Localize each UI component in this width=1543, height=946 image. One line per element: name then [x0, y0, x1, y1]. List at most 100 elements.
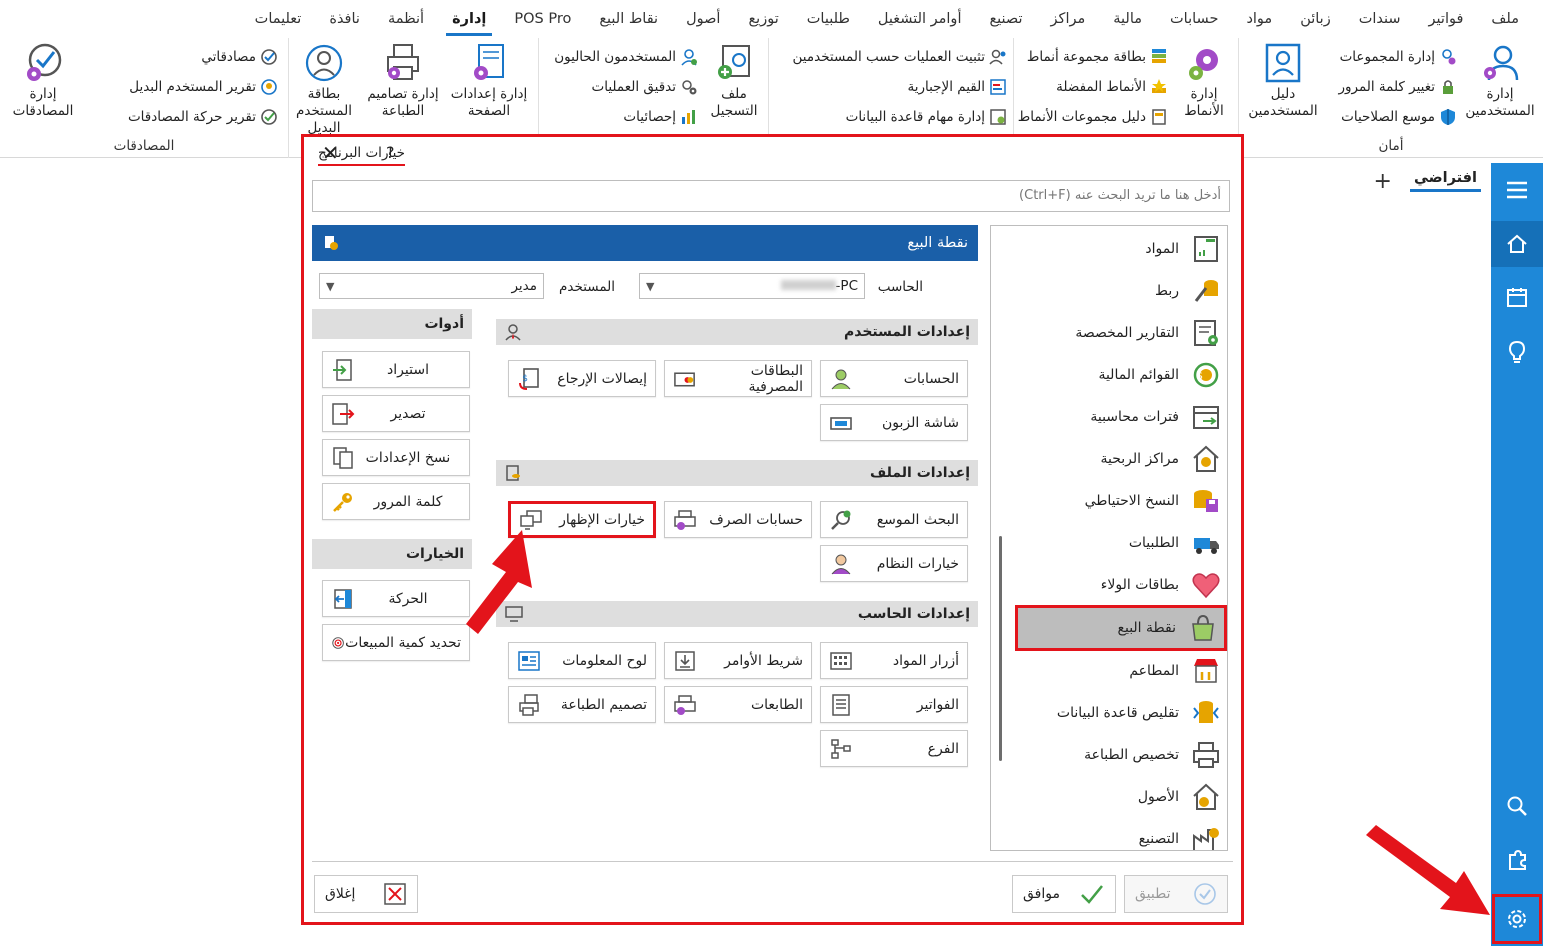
category-item[interactable]: المواد — [1015, 230, 1227, 268]
tips-button[interactable] — [1491, 329, 1543, 375]
user-combo[interactable]: مدير ▼ — [319, 273, 544, 299]
log-file-button[interactable]: ملف التسجيل — [704, 42, 764, 120]
add-tab-button[interactable]: + — [1374, 169, 1392, 194]
statistics-button[interactable]: إحصائيات — [623, 106, 698, 128]
category-item[interactable]: ربط — [1015, 272, 1227, 310]
menu-vouchers[interactable]: سندات — [1345, 0, 1415, 38]
category-item[interactable]: $ القوائم المالية — [1015, 356, 1227, 394]
settings-button[interactable] — [1492, 894, 1542, 944]
plugin-button[interactable] — [1491, 837, 1543, 883]
menu-pos[interactable]: نقاط البيع — [585, 0, 672, 38]
info-board-tile[interactable]: لوح المعلومات — [508, 642, 656, 679]
category-item[interactable]: تخصيص الطباعة — [1015, 736, 1227, 774]
menu-centers[interactable]: مراكز — [1037, 0, 1100, 38]
manage-users-button[interactable]: إدارة المستخدمين — [1461, 42, 1539, 120]
menu-distribution[interactable]: توزيع — [734, 0, 792, 38]
menu-materials[interactable]: مواد — [1232, 0, 1286, 38]
close-button[interactable]: إغلاق — [314, 875, 418, 913]
category-item[interactable]: النسخ الاحتياطي — [1015, 482, 1227, 520]
password-tile[interactable]: كلمة المرور — [322, 483, 470, 520]
bank-cards-tile[interactable]: البطاقات المصرفية — [664, 360, 812, 397]
options-search-input[interactable]: أدخل هنا ما تريد البحث عنه (Ctrl+F) — [312, 180, 1230, 212]
category-item[interactable]: الأصول — [1015, 778, 1227, 816]
tab-default[interactable]: افتراضي — [1409, 170, 1481, 192]
category-item-selected[interactable]: نقطة البيع — [1015, 605, 1227, 651]
export-tile[interactable]: تصدير — [322, 395, 470, 432]
menu-accounts[interactable]: حسابات — [1156, 0, 1232, 38]
apply-button[interactable]: تطبيق — [1124, 875, 1228, 913]
printers-tile[interactable]: الطابعات — [664, 686, 812, 723]
category-item[interactable]: التصنيع — [1015, 820, 1227, 850]
return-receipts-tile[interactable]: إيصالات الإرجاع $ — [508, 360, 656, 397]
category-item[interactable]: تقليص قاعدة البيانات — [1015, 694, 1227, 732]
movement-tile[interactable]: الحركة — [322, 580, 470, 617]
extended-search-tile[interactable]: البحث الموسع — [820, 501, 968, 538]
page-settings-button[interactable]: إدارة إعدادات الصفحة — [444, 42, 534, 120]
task-list-icon — [990, 109, 1006, 125]
menu-work-orders[interactable]: أوامر التشغيل — [864, 0, 976, 38]
ribbon-group-auth-title: المصادقات — [113, 138, 175, 154]
category-item[interactable]: التقارير المخصصة — [1015, 314, 1227, 352]
key-icon — [333, 492, 353, 512]
permissions-wizard-button[interactable]: موسع الصلاحيات — [1341, 106, 1457, 128]
menu-manufacturing[interactable]: تصنيع — [975, 0, 1036, 38]
mandatory-values-button[interactable]: القيم الإجبارية — [907, 76, 1007, 98]
menu-assets[interactable]: أصول — [672, 0, 734, 38]
alt-user-card-button[interactable]: بطاقة المستخدم البديل — [286, 42, 362, 137]
calendar-button[interactable] — [1491, 274, 1543, 320]
branch-tile[interactable]: الفرع — [820, 730, 968, 767]
manage-patterns-button[interactable]: إدارة الأنماط — [1174, 42, 1234, 120]
menu-window[interactable]: نافذة — [315, 0, 374, 38]
hamburger-menu-button[interactable] — [1491, 167, 1543, 213]
change-password-button[interactable]: تغيير كلمة المرور — [1338, 76, 1457, 98]
menu-help[interactable]: تعليمات — [241, 0, 316, 38]
menu-customers[interactable]: زبائن — [1286, 0, 1345, 38]
print-design-tile[interactable]: تصميم الطباعة — [508, 686, 656, 723]
accounts-tile[interactable]: الحسابات — [820, 360, 968, 397]
import-tile[interactable]: استيراد — [322, 351, 470, 388]
category-item[interactable]: المطاعم — [1015, 652, 1227, 690]
category-scrollbar[interactable] — [999, 536, 1002, 761]
pattern-group-card-button[interactable]: بطاقة مجموعة أنماط — [1027, 46, 1168, 68]
manage-auth-button[interactable]: إدارة المصادقات — [0, 42, 88, 120]
sales-qty-tile[interactable]: تحديد كمية المبيعات — [322, 624, 470, 661]
computer-combo[interactable]: PC- ▼ — [639, 273, 865, 299]
menu-orders[interactable]: طلبيات — [793, 0, 864, 38]
exchange-accounts-tile[interactable]: حسابات الصرف — [664, 501, 812, 538]
alt-user-report-button[interactable]: تقرير المستخدم البديل — [129, 76, 278, 98]
menu-pos-pro[interactable]: POS Pro — [500, 0, 585, 38]
ok-button[interactable]: موافق — [1012, 875, 1116, 913]
ops-audit-button[interactable]: تدقيق العمليات — [592, 76, 698, 98]
menu-systems[interactable]: أنظمة — [374, 0, 438, 38]
item-buttons-tile[interactable]: أزرار المواد — [820, 642, 968, 679]
category-item[interactable]: فترات محاسبية — [1015, 398, 1227, 436]
dialog-close-button[interactable]: ✕ — [322, 141, 339, 165]
help-button[interactable]: ? — [386, 143, 395, 162]
db-tasks-button[interactable]: إدارة مهام قاعدة البيانات — [846, 106, 1007, 128]
home-button[interactable] — [1491, 221, 1543, 267]
my-approvals-button[interactable]: مصادقاتي — [201, 46, 278, 68]
copy-settings-tile[interactable]: نسخ الإعدادات — [322, 439, 470, 476]
approval-icon — [261, 49, 277, 65]
user-card-icon — [1265, 43, 1301, 83]
auth-movement-report-button[interactable]: تقرير حركة المصادقات — [128, 106, 278, 128]
pattern-groups-guide-button[interactable]: دليل مجموعات الأنماط — [1018, 106, 1168, 128]
system-options-tile[interactable]: خيارات النظام — [820, 545, 968, 582]
category-item[interactable]: مراكز الربحية — [1015, 440, 1227, 478]
invoices-tile[interactable]: الفواتير — [820, 686, 968, 723]
menu-management[interactable]: إدارة — [438, 0, 500, 38]
menu-file[interactable]: ملف — [1477, 0, 1533, 38]
manage-groups-button[interactable]: إدارة المجموعات — [1340, 46, 1457, 68]
current-users-button[interactable]: المستخدمون الحاليون — [554, 46, 698, 68]
category-item[interactable]: بطاقات الولاء — [1015, 566, 1227, 604]
customer-screen-tile[interactable]: شاشة الزبون — [820, 404, 968, 441]
category-item[interactable]: الطلبيات — [1015, 524, 1227, 562]
users-guide-button[interactable]: دليل المستخدمين — [1248, 42, 1318, 120]
search-button[interactable] — [1491, 783, 1543, 829]
fix-ops-by-user-button[interactable]: تثبيت العمليات حسب المستخدمين — [793, 46, 1007, 68]
toolbar-tile[interactable]: شريط الأوامر — [664, 642, 812, 679]
menu-finance[interactable]: مالية — [1099, 0, 1156, 38]
print-designs-button[interactable]: إدارة تصاميم الطباعة — [358, 42, 448, 120]
favorite-patterns-button[interactable]: الأنماط المفضلة — [1056, 76, 1168, 98]
menu-invoices[interactable]: فواتير — [1415, 0, 1478, 38]
